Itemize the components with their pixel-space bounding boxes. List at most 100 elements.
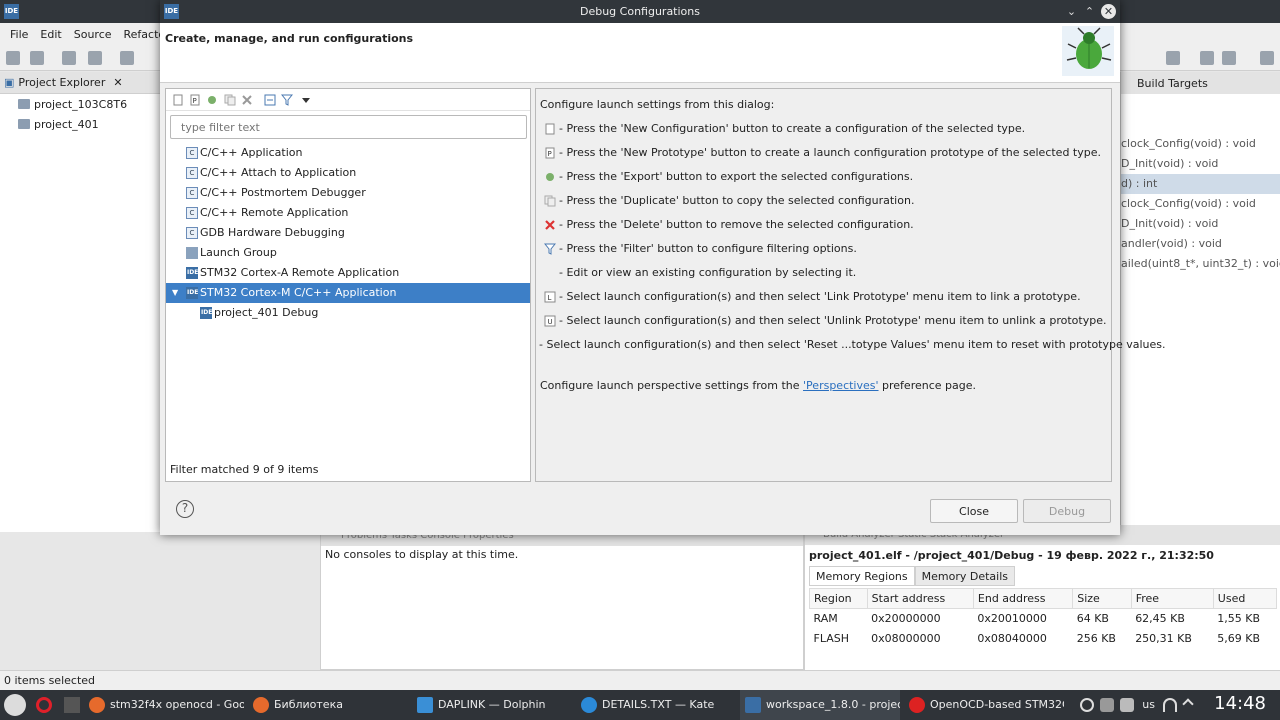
c-icon: C <box>186 207 198 219</box>
table-cell: 0x20010000 <box>977 612 1047 626</box>
volume-icon[interactable] <box>1120 698 1134 712</box>
keyboard-layout[interactable]: us <box>1142 698 1155 711</box>
column-header[interactable]: Free <box>1130 588 1214 609</box>
new-configuration-icon[interactable] <box>172 94 184 106</box>
taskbar-item[interactable]: DETAILS.TXT — Kate <box>576 690 736 720</box>
new-icon[interactable] <box>6 51 20 65</box>
build-targets-tab[interactable]: Build Targets <box>1121 72 1280 94</box>
outline-item[interactable]: clock_Config(void) : void <box>1121 194 1280 214</box>
delete-icon[interactable] <box>241 94 253 106</box>
tree-item[interactable]: C C/C++ Application <box>166 143 530 163</box>
close-icon[interactable]: ✕ <box>1101 4 1116 19</box>
ide-app-icon <box>745 697 761 713</box>
taskbar-item-active[interactable]: workspace_1.8.0 - project... <box>740 690 900 720</box>
column-header[interactable]: Used <box>1212 588 1278 609</box>
tree-item[interactable]: Launch Group <box>166 243 530 263</box>
save-icon[interactable] <box>30 51 44 65</box>
search-icon[interactable] <box>1166 51 1180 65</box>
new-prototype-icon[interactable]: P <box>189 94 201 106</box>
tree-item[interactable]: IDE STM32 Cortex-A Remote Application <box>166 263 530 283</box>
menu-file[interactable]: File <box>10 28 28 41</box>
outline-item[interactable]: ailed(uint8_t*, uint32_t) : void <box>1121 254 1280 274</box>
close-button[interactable]: Close <box>930 499 1018 523</box>
info-line: - Select launch configuration(s) and the… <box>559 290 1081 303</box>
info-line: - Edit or view an existing configuration… <box>559 266 857 279</box>
taskbar-item[interactable]: OpenOCD-based STM32C... <box>904 690 1064 720</box>
export-icon <box>546 173 554 181</box>
tree-item-selected[interactable]: ▼ IDE STM32 Cortex-M C/C++ Application <box>166 283 530 303</box>
debug-button[interactable]: Debug <box>1023 499 1111 523</box>
table-cell: 5,69 KB <box>1217 632 1261 645</box>
ide-app-icon: IDE <box>4 4 19 19</box>
perspectives-link[interactable]: 'Perspectives' <box>803 379 879 392</box>
dialog-titlebar[interactable]: IDE Debug Configurations ⌄ ⌃ ✕ <box>160 0 1120 23</box>
taskbar-item[interactable]: Библиотека <box>248 690 408 720</box>
tree-item[interactable]: C C/C++ Remote Application <box>166 203 530 223</box>
tree-item[interactable]: C C/C++ Attach to Application <box>166 163 530 183</box>
opera-icon[interactable] <box>36 697 52 713</box>
column-header[interactable]: Size <box>1072 588 1132 609</box>
status-bar: 0 items selected <box>0 670 1280 690</box>
tab-memory-details[interactable]: Memory Details <box>914 566 1015 586</box>
filter-input[interactable] <box>170 115 527 139</box>
unlink-prototype-icon: U <box>544 315 556 327</box>
tray-icon[interactable] <box>1080 698 1094 712</box>
wifi-icon[interactable] <box>1163 698 1177 712</box>
outline-item[interactable]: D_Init(void) : void <box>1121 214 1280 234</box>
collapse-all-icon[interactable] <box>264 94 276 106</box>
tree-item[interactable]: IDE project_401 Debug <box>166 303 530 323</box>
project-explorer-icon: ▣ <box>4 76 15 89</box>
svg-text:P: P <box>193 97 197 105</box>
configuration-tree: C C/C++ Application C C/C++ Attach to Appl… <box>166 143 530 323</box>
menu-source[interactable]: Source <box>74 28 112 41</box>
taskbar-item[interactable]: stm32f4x openocd - Goo... <box>84 690 244 720</box>
info-intro: Configure launch settings from this dial… <box>540 98 775 111</box>
export-icon[interactable] <box>206 94 218 106</box>
tree-item-label: C/C++ Attach to Application <box>200 166 357 179</box>
ide-icon: IDE <box>186 267 198 279</box>
filter-icon[interactable] <box>281 94 293 106</box>
terminal-icon[interactable] <box>64 697 80 713</box>
debug-icon[interactable] <box>88 51 102 65</box>
tab-memory-regions[interactable]: Memory Regions <box>809 566 915 586</box>
memory-tabs: Memory Regions Memory Details <box>809 566 1280 586</box>
chevron-down-icon[interactable] <box>300 94 312 106</box>
delete-icon <box>545 220 555 230</box>
outline-item[interactable]: d) : int <box>1121 174 1280 194</box>
outline-item[interactable]: clock_Config(void) : void <box>1121 134 1280 154</box>
close-icon[interactable]: ✕ <box>113 76 122 89</box>
folder-icon <box>18 99 30 109</box>
outline-item[interactable]: D_Init(void) : void <box>1121 154 1280 174</box>
build-analyzer-title: project_401.elf - /project_401/Debug - 1… <box>809 549 1214 562</box>
table-row[interactable]: FLASH 0x08000000 0x08040000 256 KB 250,3… <box>810 629 1277 649</box>
kate-icon <box>581 697 597 713</box>
duplicate-icon[interactable] <box>224 94 236 106</box>
column-header[interactable]: End address <box>972 588 1074 609</box>
column-header[interactable]: Start address <box>866 588 974 609</box>
build-icon[interactable] <box>62 51 76 65</box>
c-icon: C <box>186 187 198 199</box>
taskbar-item[interactable]: DAPLINK — Dolphin <box>412 690 572 720</box>
maximize-icon[interactable]: ⌃ <box>1082 4 1097 19</box>
perspective2-icon[interactable] <box>1222 51 1236 65</box>
dialog-title: Debug Configurations <box>579 5 700 18</box>
app-launcher-icon[interactable] <box>4 694 26 716</box>
clipboard-icon[interactable] <box>1100 698 1114 712</box>
minimize-icon[interactable]: ⌄ <box>1064 4 1079 19</box>
help-icon[interactable]: ? <box>176 500 194 518</box>
tools-icon[interactable] <box>120 51 134 65</box>
perspective3-icon[interactable] <box>1260 51 1274 65</box>
tree-item-label: C/C++ Application <box>200 146 303 159</box>
table-row[interactable]: RAM 0x20000000 0x20010000 64 KB 62,45 KB… <box>810 609 1277 629</box>
firefox-icon <box>253 697 269 713</box>
perspective-icon[interactable] <box>1200 51 1214 65</box>
outline-item[interactable]: andler(void) : void <box>1121 234 1280 254</box>
tree-item[interactable]: C GDB Hardware Debugging <box>166 223 530 243</box>
clock[interactable]: 14:48 <box>1214 693 1266 714</box>
menu-edit[interactable]: Edit <box>40 28 61 41</box>
chevron-up-icon[interactable] <box>1182 698 1194 710</box>
tree-item[interactable]: C C/C++ Postmortem Debugger <box>166 183 530 203</box>
dialog-heading: Create, manage, and run configurations <box>165 32 414 45</box>
column-header[interactable]: Region <box>809 588 868 609</box>
expand-arrow-icon[interactable]: ▼ <box>172 283 178 303</box>
